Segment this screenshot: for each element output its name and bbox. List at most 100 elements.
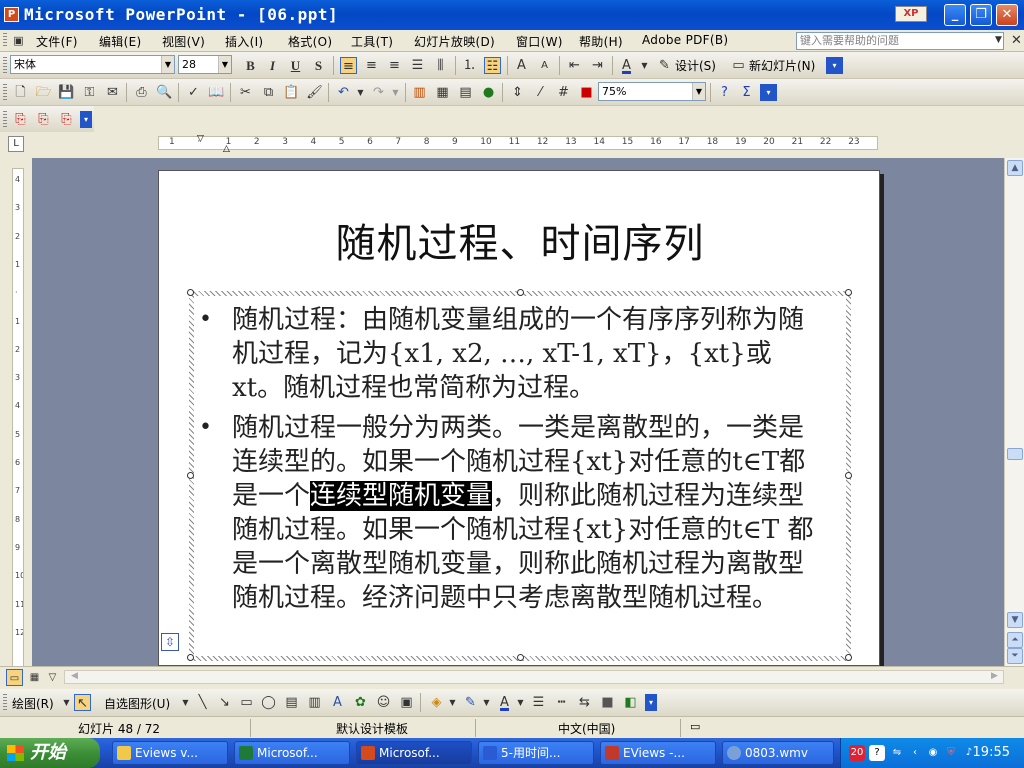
font-size-select[interactable]: 28 ▼ [178, 55, 232, 74]
slide-canvas[interactable]: 随机过程、时间序列 • 随机过程：由随机变量组成的一个有序序列称为随机过程，记为… [158, 170, 880, 666]
font-color-icon[interactable]: A [618, 57, 635, 74]
ime-icon[interactable]: 20 [849, 745, 865, 761]
numbering-icon[interactable]: ⒈ [461, 57, 478, 74]
bold-icon[interactable]: B [242, 57, 259, 74]
scroll-right-icon[interactable]: ▶ [986, 668, 1003, 685]
resize-handle[interactable] [187, 654, 194, 661]
previous-slide-icon[interactable]: ⏶ [1007, 632, 1023, 648]
pdf-review-icon[interactable]: ⎘ [58, 111, 75, 128]
expand-all-icon[interactable]: ⇕ [509, 84, 526, 101]
bullet-text[interactable]: 随机过程：由随机变量组成的一个有序序列称为随机过程，记为{x1, x2, …, … [232, 303, 822, 405]
help-dropdown-icon[interactable]: ▼ [990, 32, 1007, 49]
chevron-down-icon[interactable]: ▼ [636, 57, 653, 74]
redo-icon[interactable]: ↷ [370, 84, 387, 101]
chevron-down-icon[interactable]: ▼ [177, 694, 194, 711]
draw-menu-button[interactable]: 绘图(R) [12, 695, 54, 712]
insert-clipart-icon[interactable]: ● [480, 84, 497, 101]
insert-diagram-icon[interactable]: ▤ [457, 84, 474, 101]
toolbar-options-icon[interactable]: ▾ [80, 111, 92, 128]
tab-stop-icon[interactable]: L [8, 136, 24, 152]
italic-icon[interactable]: I [264, 57, 281, 74]
start-button[interactable]: 开始 [0, 738, 100, 768]
taskbar-item-media-player[interactable]: 0803.wmv [722, 741, 834, 765]
vertical-scrollbar[interactable]: ▲ ▼ ⏶ ⏷ [1004, 158, 1024, 666]
justify-icon[interactable]: ☰ [409, 57, 426, 74]
powerpoint-app-icon[interactable]: P [4, 7, 19, 22]
chevron-down-icon[interactable]: ▼ [387, 84, 404, 101]
menu-adobe-pdf[interactable]: Adobe PDF(B) [642, 33, 728, 47]
toolbar-grip[interactable] [3, 694, 7, 711]
columns-icon[interactable]: ⫼ [432, 57, 449, 74]
zoom-select[interactable]: 75% ▼ [598, 82, 706, 101]
arrow-style-icon[interactable]: ⇆ [576, 694, 593, 711]
toolbar-options-icon[interactable]: ▾ [645, 694, 657, 711]
bullets-icon[interactable]: ☷ [484, 57, 501, 74]
autoshapes-button[interactable]: 自选图形(U) [104, 695, 170, 712]
selected-text[interactable]: 连续型随机变量 [310, 481, 493, 511]
paste-icon[interactable]: 📋 [283, 84, 300, 101]
shadow-style-icon[interactable]: ■ [599, 694, 616, 711]
font-name-select[interactable]: 宋体 ▼ [10, 55, 175, 74]
equation-icon[interactable]: Σ [738, 84, 755, 101]
scroll-up-icon[interactable]: ▲ [1007, 160, 1023, 176]
resize-handle[interactable] [845, 654, 852, 661]
menu-format[interactable]: 格式(O) [288, 33, 332, 50]
textbox-icon[interactable]: ▤ [283, 694, 300, 711]
permission-icon[interactable]: ⚿ [81, 84, 98, 101]
research-icon[interactable]: 📖 [208, 84, 225, 101]
pdf-email-icon[interactable]: ⎘ [35, 111, 52, 128]
picture-icon[interactable]: ▣ [398, 694, 415, 711]
copy-icon[interactable]: ⧉ [260, 84, 277, 101]
oval-icon[interactable]: ◯ [260, 694, 277, 711]
chevron-down-icon[interactable]: ▼ [161, 56, 174, 73]
menu-edit[interactable]: 编辑(E) [99, 33, 141, 50]
menu-tools[interactable]: 工具(T) [351, 33, 393, 50]
resize-handle[interactable] [517, 289, 524, 296]
taskbar-item-excel[interactable]: Microsof... [234, 741, 350, 765]
autofit-options-icon[interactable]: ⇳ [161, 633, 179, 651]
line-icon[interactable]: ╲ [194, 694, 211, 711]
decrease-indent-icon[interactable]: ⇤ [566, 57, 583, 74]
email-icon[interactable]: ✉ [104, 84, 121, 101]
print-preview-icon[interactable]: 🔍 [156, 84, 173, 101]
design-button[interactable]: 设计(S) [675, 57, 716, 74]
next-slide-icon[interactable]: ⏷ [1007, 648, 1023, 664]
close-document-icon[interactable]: ✕ [1008, 32, 1024, 49]
spelling-icon[interactable]: ✓ [185, 84, 202, 101]
undo-icon[interactable]: ↶ [335, 84, 352, 101]
menu-window[interactable]: 窗口(W) [516, 33, 563, 50]
slide-sorter-view-icon[interactable]: ▦ [26, 669, 43, 686]
chevron-down-icon[interactable]: ▼ [218, 56, 231, 73]
resize-handle[interactable] [845, 472, 852, 479]
toolbar-grip[interactable] [3, 84, 7, 101]
dash-style-icon[interactable]: ┅ [553, 694, 570, 711]
rectangle-icon[interactable]: ▭ [238, 694, 255, 711]
increase-font-icon[interactable]: A [513, 57, 530, 74]
document-icon[interactable]: ▣ [10, 32, 27, 49]
language-bar-icon[interactable]: ⇋ [889, 745, 905, 761]
color-grayscale-icon[interactable]: ■ [578, 84, 595, 101]
hanging-indent-marker-icon[interactable]: △ [223, 144, 230, 154]
format-painter-icon[interactable]: 🖌 [306, 84, 323, 101]
taskbar-item-word[interactable]: 5-用时间... [478, 741, 594, 765]
toolbar-grip[interactable] [3, 111, 7, 128]
scroll-left-icon[interactable]: ◀ [66, 668, 83, 685]
slideshow-view-icon[interactable]: ▽ [44, 669, 61, 686]
decrease-font-icon[interactable]: A [536, 57, 553, 74]
align-center-icon[interactable]: ≡ [363, 57, 380, 74]
chevron-down-icon[interactable]: ▼ [478, 694, 495, 711]
scroll-down-icon[interactable]: ▼ [1007, 612, 1023, 628]
increase-indent-icon[interactable]: ⇥ [589, 57, 606, 74]
vertical-ruler[interactable]: 4321·123456789101112 [12, 168, 24, 668]
cut-icon[interactable]: ✂ [237, 84, 254, 101]
maximize-button[interactable]: ❐ [970, 4, 992, 26]
resize-handle[interactable] [187, 289, 194, 296]
menu-help[interactable]: 帮助(H) [579, 33, 623, 50]
horizontal-ruler[interactable]: 1 · 1 2 3 4 5 6 7 8 9 10 11 12 13 14 15 16 17 18 19 20 21 22 23 [158, 136, 878, 150]
new-icon[interactable]: 🗋 [12, 84, 29, 101]
menubar-grip[interactable] [3, 33, 7, 48]
minimize-button[interactable]: _ [944, 4, 966, 26]
3d-style-icon[interactable]: ◧ [622, 694, 639, 711]
scroll-thumb[interactable] [1007, 448, 1023, 460]
toolbar-options-icon[interactable]: ▾ [826, 57, 843, 74]
